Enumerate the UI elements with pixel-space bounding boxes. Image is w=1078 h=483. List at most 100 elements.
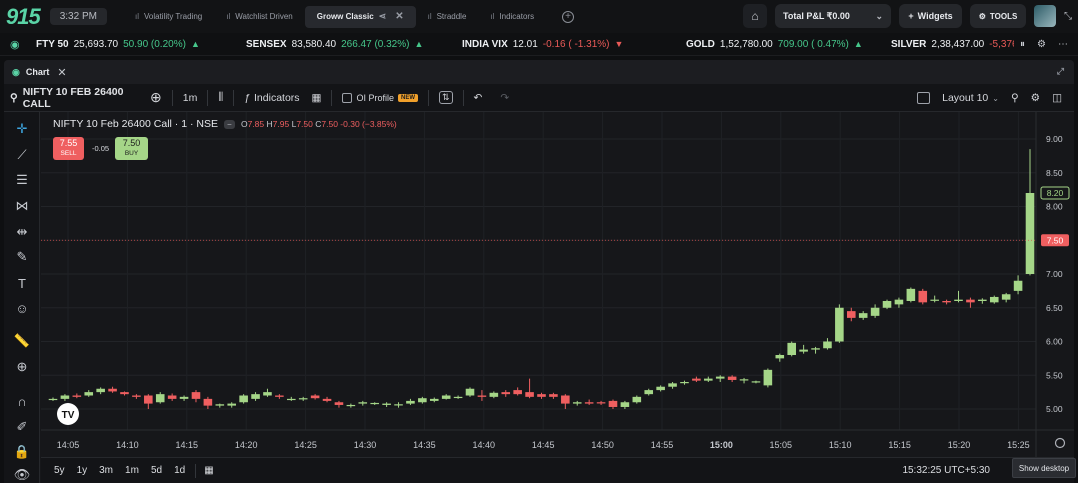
ticker-item[interactable]: SENSEX 83,580.40 266.47 (0.32%) ▲ [246, 39, 462, 50]
layout-select[interactable]: Layout 10 ⌄ [942, 92, 999, 104]
share-icon[interactable]: ⋖ [379, 11, 387, 22]
chart-legend: NIFTY 10 Feb 26400 Call · 1 · NSE – O7.8… [53, 118, 397, 130]
eye-icon[interactable]: ◉ [10, 38, 36, 51]
tab-indicators[interactable]: ıl Indicators [478, 6, 546, 28]
ticker-item[interactable]: SILVER 2,38,437.00 -5,376 [891, 39, 1018, 50]
lock-icon[interactable]: 🔒 [12, 443, 32, 461]
undo-icon[interactable]: ↶ [474, 92, 483, 104]
avatar[interactable] [1034, 5, 1056, 27]
settings-icon[interactable]: ⚙ [1031, 92, 1040, 104]
x-tick-label: 15:15 [888, 440, 911, 450]
high-value: 7.95 [272, 119, 290, 129]
chart-area[interactable]: 5.00 5.50 6.00 6.50 7.00 7.50 8.00 8.50 9.00 14:… [41, 112, 1074, 457]
brush-icon[interactable]: ✎ [12, 248, 32, 266]
window-title: Chart [25, 67, 50, 77]
checkbox-icon[interactable] [342, 92, 353, 103]
tab-straddle[interactable]: ıl Straddle [416, 6, 479, 28]
candle [918, 288, 928, 305]
candlestick-chart[interactable]: 5.00 5.50 6.00 6.50 7.00 7.50 8.00 8.50 9.00 14:… [41, 112, 1074, 457]
sell-price: 7.55 [59, 138, 78, 148]
y-tick-label: 5.00 [1046, 404, 1063, 414]
ticker-value: 2,38,437.00 [931, 38, 985, 50]
ticker-name: GOLD [686, 38, 715, 50]
fib-retracement-icon[interactable]: ☰ [12, 171, 32, 189]
candle-type-icon[interactable]: ⫼ [218, 91, 223, 104]
range-5d[interactable]: 5d [151, 465, 162, 476]
range-5y[interactable]: 5y [54, 465, 65, 476]
tab-label: Volatility Trading [143, 12, 203, 21]
utc-clock[interactable]: 15:32:25 UTC+5:30 [902, 465, 990, 476]
forecast-icon[interactable]: ⇹ [12, 223, 32, 241]
divider [207, 89, 209, 106]
ruler-icon[interactable]: 📏 [12, 332, 32, 350]
range-1m[interactable]: 1m [125, 465, 139, 476]
trendline-icon[interactable]: ⟋ [12, 146, 32, 164]
chart-icon: ıl [490, 12, 495, 21]
drawing-mode-icon[interactable]: ✐ [12, 418, 32, 436]
pause-icon[interactable]: ⏸ [1020, 39, 1025, 50]
indicators-button[interactable]: ƒ Indicators [244, 92, 299, 104]
ticker-item[interactable]: FTY 50 25,693.70 50.90 (0.20%) ▲ [36, 39, 246, 50]
emoji-icon[interactable]: ☺ [12, 299, 32, 317]
range-3m[interactable]: 3m [99, 465, 113, 476]
tools-button[interactable]: ⚙ TOOLS [970, 4, 1026, 28]
x-tick-label: 14:50 [591, 440, 614, 450]
add-tab-icon[interactable]: + [562, 10, 575, 23]
ticker-item[interactable]: INDIA VIX 12.01 -0.16 ( -1.31%) ▼ [462, 39, 686, 50]
candle [882, 299, 892, 310]
tab-volatility-trading[interactable]: ıl Volatility Trading [123, 6, 214, 28]
zoom-in-icon[interactable]: ⊕ [12, 358, 32, 376]
templates-icon[interactable]: ▦ [312, 92, 322, 104]
basket-icon[interactable]: ⌂ [743, 4, 767, 28]
tab-groww-classic[interactable]: Groww Classic ⋖ ✕ [304, 5, 416, 28]
x-tick-label: 15:20 [948, 440, 971, 450]
buy-button[interactable]: 7.50 BUY [115, 137, 148, 160]
candle [835, 304, 844, 343]
app-logo[interactable]: 915 [6, 4, 41, 30]
sell-button[interactable]: 7.55 SELL [53, 137, 84, 160]
ticker-value: 1,52,780.00 [719, 38, 773, 50]
tab-watchlist-driven[interactable]: ıl Watchlist Driven [214, 6, 305, 28]
more-icon[interactable]: ⋯ [1058, 39, 1068, 50]
settings-icon[interactable]: ⚙ [1037, 39, 1046, 50]
calendar-icon[interactable]: ▦ [204, 465, 213, 476]
function-icon: ƒ [244, 91, 251, 104]
new-badge: NEW [397, 93, 418, 102]
collapse-icon[interactable]: ⤡ [1064, 11, 1072, 22]
range-1d[interactable]: 1d [174, 465, 185, 476]
range-1y[interactable]: 1y [77, 465, 88, 476]
oi-profile-toggle[interactable]: OI Profile NEW [342, 92, 418, 103]
y-tick-label: 7.00 [1046, 269, 1063, 279]
compare-symbol-icon[interactable]: ⊕ [150, 89, 162, 106]
replay-icon[interactable]: ⇅ [438, 91, 453, 104]
ticker-item[interactable]: GOLD 1,52,780.00 709.00 ( 0.47%) ▲ [686, 39, 891, 50]
ticker-name: FTY 50 [36, 38, 69, 50]
camera-icon[interactable]: ◫ [1052, 92, 1062, 104]
y-tick-label: 5.50 [1046, 370, 1063, 380]
interval-select[interactable]: 1m [183, 92, 198, 104]
y-tick-label: 9.00 [1046, 134, 1063, 144]
x-tick-label: 14:30 [354, 440, 377, 450]
close-tab-icon[interactable]: ✕ [395, 11, 403, 22]
eye-icon[interactable]: 👁 [12, 466, 32, 483]
text-icon[interactable]: T [12, 274, 32, 292]
total-pnl-dropdown[interactable]: Total P&L ₹0.00 ⌄ [775, 4, 891, 28]
layout-icon[interactable] [917, 92, 931, 104]
magnet-icon[interactable]: ∩ [12, 392, 32, 410]
widgets-label: Widgets [917, 11, 953, 21]
symbol-search[interactable]: ⚲ NIFTY 10 FEB 26400 CALL [4, 86, 150, 110]
widgets-button[interactable]: + Widgets [899, 4, 962, 28]
crosshair-icon[interactable]: ✛ [12, 120, 32, 138]
x-tick-label: 14:40 [473, 440, 496, 450]
expand-icon[interactable]: ⤢ [1057, 66, 1064, 77]
x-tick-label: 15:10 [829, 440, 852, 450]
pattern-icon[interactable]: ⋈ [12, 197, 32, 215]
high-price-tag: 8.20 [1040, 186, 1070, 200]
collapse-legend-icon[interactable]: – [223, 119, 235, 129]
divider [195, 463, 197, 478]
close-window-icon[interactable]: ✕ [57, 66, 66, 79]
candle [906, 287, 916, 303]
tradingview-logo: TV [57, 403, 79, 425]
open-value: 7.85 [247, 119, 265, 129]
quick-search-icon[interactable]: ⚲ [1011, 92, 1019, 104]
